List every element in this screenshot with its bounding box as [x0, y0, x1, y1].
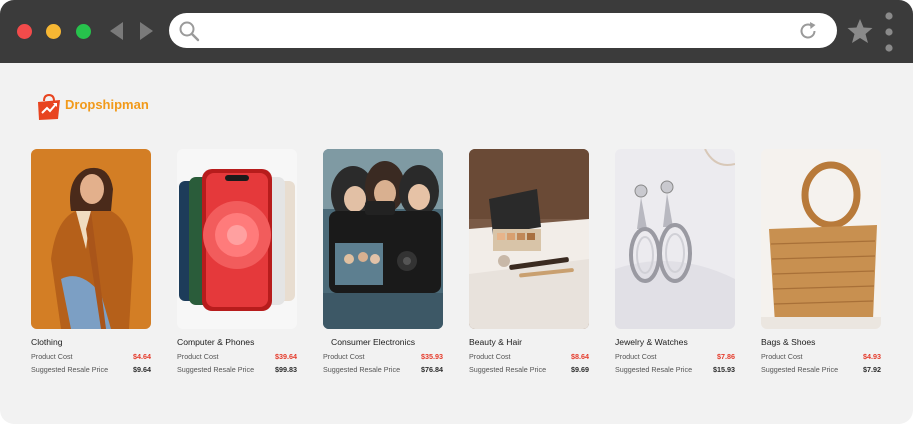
product-cost-value: $8.64	[571, 352, 589, 361]
product-cost-label: Product Cost	[323, 352, 365, 361]
product-card-jewelry-watches[interactable]: Jewelry & Watches Product Cost $7.86 Sug…	[615, 149, 737, 379]
product-cost-label: Product Cost	[177, 352, 219, 361]
product-name[interactable]: Bags & Shoes	[761, 337, 815, 347]
product-name[interactable]: Beauty & Hair	[469, 337, 522, 347]
star-icon[interactable]	[846, 17, 874, 45]
product-card-computer-phones[interactable]: Computer & Phones Product Cost $39.64 Su…	[177, 149, 299, 379]
url-input[interactable]	[209, 22, 789, 40]
resale-price-row: Suggested Resale Price $9.64	[31, 365, 151, 374]
address-bar[interactable]	[169, 13, 837, 48]
resale-price-row: Suggested Resale Price $9.69	[469, 365, 589, 374]
search-icon	[178, 20, 200, 42]
resale-price-row: Suggested Resale Price $7.92	[761, 365, 881, 374]
product-card-beauty-hair[interactable]: Beauty & Hair Product Cost $8.64 Suggest…	[469, 149, 591, 379]
product-cost-row: Product Cost $39.64	[177, 352, 297, 361]
browser-window: Dropshipman Clothing Product Cost $4.64 …	[0, 0, 913, 424]
product-cost-value: $39.64	[275, 352, 297, 361]
product-cost-value: $35.93	[421, 352, 443, 361]
product-cost-row: Product Cost $4.93	[761, 352, 881, 361]
product-image-clothing[interactable]	[31, 149, 151, 329]
product-cost-row: Product Cost $7.86	[615, 352, 735, 361]
product-image-computer-phones[interactable]	[177, 149, 297, 329]
product-cost-value: $7.86	[717, 352, 735, 361]
product-cost-value: $4.93	[863, 352, 881, 361]
product-name[interactable]: Clothing	[31, 337, 63, 347]
resale-price-row: Suggested Resale Price $99.83	[177, 365, 297, 374]
product-card-consumer-electronics[interactable]: Consumer Electronics Product Cost $35.93…	[323, 149, 445, 379]
resale-price-label: Suggested Resale Price	[323, 365, 401, 374]
resale-price-value: $99.83	[275, 365, 297, 374]
resale-price-row: Suggested Resale Price $76.84	[323, 365, 443, 374]
resale-price-value: $15.93	[713, 365, 735, 374]
kebab-menu-icon[interactable]	[883, 12, 895, 52]
resale-price-value: $7.92	[863, 365, 881, 374]
close-window-button[interactable]	[17, 24, 32, 39]
product-card-clothing[interactable]: Clothing Product Cost $4.64 Suggested Re…	[31, 149, 153, 379]
product-cost-label: Product Cost	[469, 352, 511, 361]
product-image-jewelry-watches[interactable]	[615, 149, 735, 329]
maximize-window-button[interactable]	[76, 24, 91, 39]
resale-price-row: Suggested Resale Price $15.93	[615, 365, 735, 374]
product-cost-row: Product Cost $4.64	[31, 352, 151, 361]
product-cost-label: Product Cost	[31, 352, 73, 361]
reload-icon[interactable]	[797, 20, 819, 42]
resale-price-label: Suggested Resale Price	[177, 365, 255, 374]
product-cost-label: Product Cost	[761, 352, 803, 361]
product-name[interactable]: Computer & Phones	[177, 337, 254, 347]
back-arrow-icon[interactable]	[107, 20, 127, 42]
product-cost-label: Product Cost	[615, 352, 657, 361]
brand-logo[interactable]: Dropshipman	[36, 93, 176, 121]
resale-price-value: $9.69	[571, 365, 589, 374]
resale-price-label: Suggested Resale Price	[31, 365, 109, 374]
resale-price-label: Suggested Resale Price	[761, 365, 839, 374]
product-image-bags-shoes[interactable]	[761, 149, 881, 329]
product-cost-value: $4.64	[133, 352, 151, 361]
resale-price-value: $9.64	[133, 365, 151, 374]
product-cost-row: Product Cost $8.64	[469, 352, 589, 361]
product-cost-row: Product Cost $35.93	[323, 352, 443, 361]
product-image-beauty-hair[interactable]	[469, 149, 589, 329]
resale-price-value: $76.84	[421, 365, 443, 374]
resale-price-label: Suggested Resale Price	[469, 365, 547, 374]
minimize-window-button[interactable]	[46, 24, 61, 39]
product-name[interactable]: Jewelry & Watches	[615, 337, 688, 347]
forward-arrow-icon[interactable]	[136, 20, 156, 42]
product-card-bags-shoes[interactable]: Bags & Shoes Product Cost $4.93 Suggeste…	[761, 149, 883, 379]
product-name[interactable]: Consumer Electronics	[331, 337, 415, 347]
resale-price-label: Suggested Resale Price	[615, 365, 693, 374]
browser-toolbar	[0, 0, 913, 63]
product-image-consumer-electronics[interactable]	[323, 149, 443, 329]
shopping-bag-icon	[38, 93, 60, 120]
brand-name: Dropshipman	[65, 97, 149, 112]
